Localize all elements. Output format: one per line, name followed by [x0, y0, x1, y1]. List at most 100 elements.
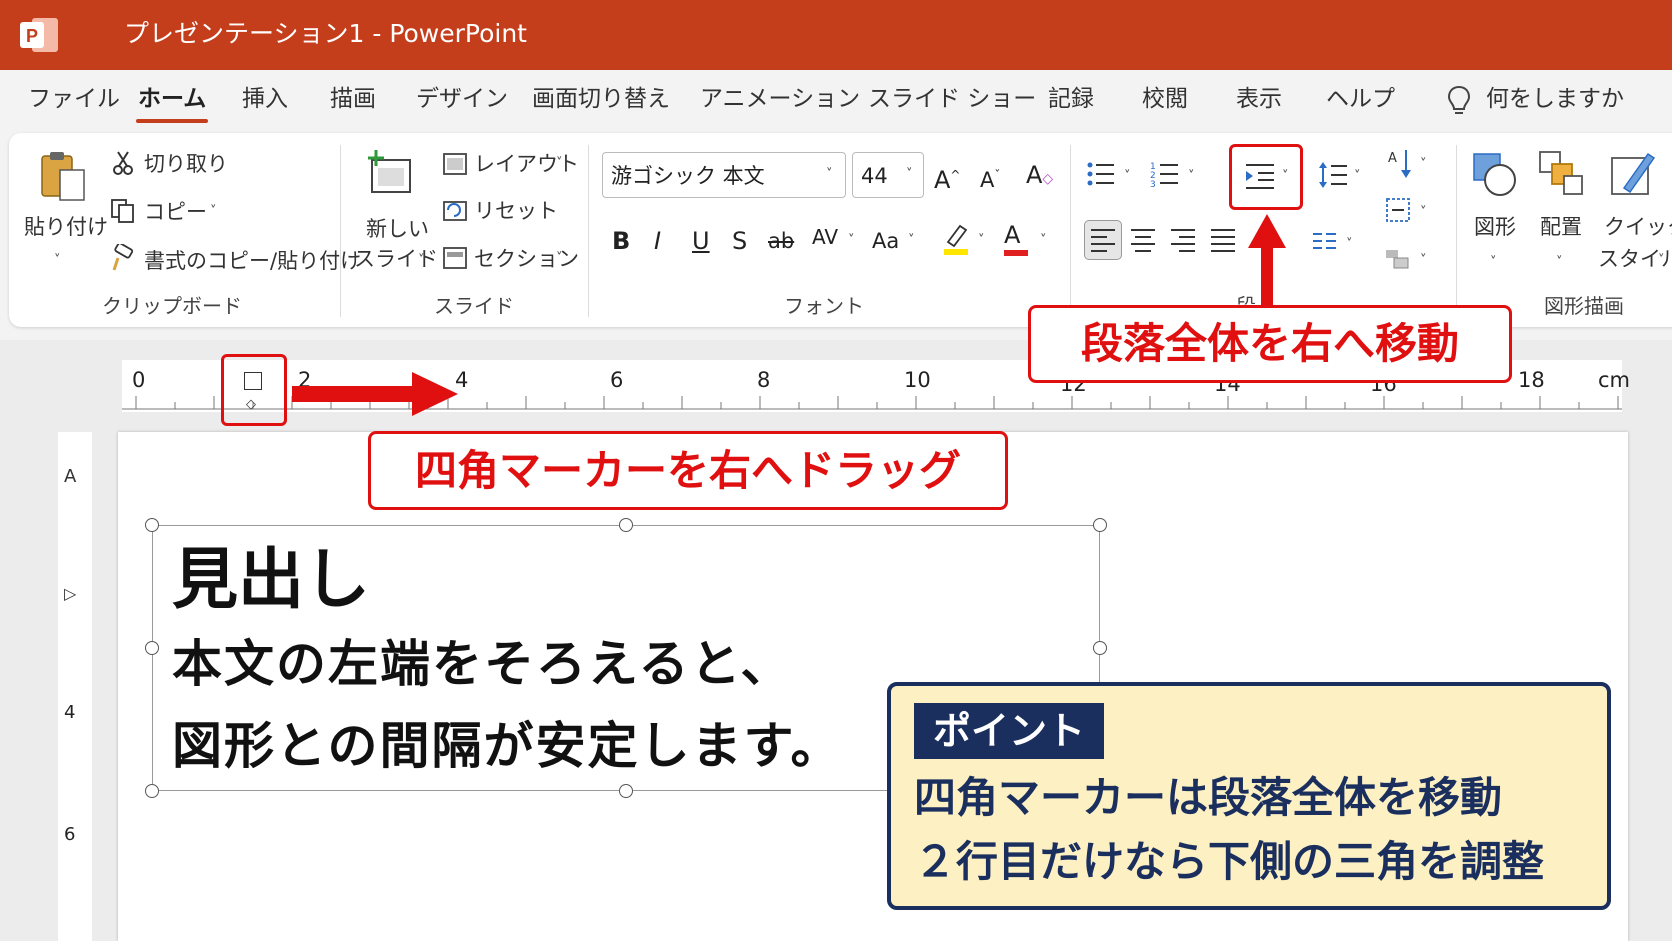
shapes-button[interactable]: 図形 [1474, 212, 1516, 242]
tab-animations[interactable]: アニメーション [700, 82, 860, 116]
decrease-font-size-icon[interactable]: Aˇ [980, 160, 1000, 195]
tab-insert[interactable]: 挿入 [242, 82, 288, 116]
clipboard-group-label: クリップボード [102, 294, 242, 318]
align-right-icon[interactable] [1170, 228, 1196, 252]
font-group-label: フォント [784, 294, 864, 318]
font-size-chevron-icon[interactable]: ˅ [906, 160, 913, 190]
justify-icon[interactable] [1210, 228, 1236, 252]
highlight-chevron-icon[interactable]: ˅ [978, 226, 985, 256]
copy-button[interactable]: コピー [144, 197, 207, 227]
new-slide-button[interactable]: 新しい [366, 214, 429, 244]
drag-right-arrow-icon [292, 372, 458, 416]
vertical-ruler-mid-marker: ▷ [64, 584, 77, 603]
text-direction-icon[interactable]: A [1386, 148, 1414, 180]
new-slide-dropdown-chevron-icon[interactable]: ˅ [418, 246, 425, 276]
font-color-icon[interactable]: A [1004, 220, 1020, 250]
text-direction-chevron-icon[interactable]: ˅ [1420, 150, 1427, 180]
section-dropdown-chevron-icon[interactable]: ˅ [556, 244, 563, 274]
cut-button[interactable]: 切り取り [144, 149, 228, 179]
tab-slideshow[interactable]: スライド ショー [868, 82, 1036, 116]
tab-transitions[interactable]: 画面切り替え [532, 82, 670, 116]
bold-button[interactable]: B [612, 226, 630, 256]
scissors-icon[interactable] [112, 150, 134, 176]
text-shadow-button[interactable]: S [732, 226, 747, 256]
align-text-icon[interactable] [1384, 196, 1412, 224]
new-slide-button-line2[interactable]: スライド [354, 244, 438, 274]
ruler-label-8: 8 [757, 368, 771, 392]
paste-icon[interactable] [38, 148, 88, 204]
reset-button[interactable]: リセット [474, 196, 558, 226]
section-button[interactable]: セクション [474, 244, 579, 274]
slide-body-line-1[interactable]: 本文の左端をそろえると、 [172, 632, 793, 696]
columns-chevron-icon[interactable]: ˅ [1346, 230, 1353, 260]
spacing-chevron-icon[interactable]: ˅ [848, 226, 855, 256]
case-chevron-icon[interactable]: ˅ [908, 226, 915, 256]
tab-review[interactable]: 校閲 [1142, 82, 1188, 116]
tab-help[interactable]: ヘルプ [1326, 82, 1395, 116]
slide-heading[interactable]: 見出し [172, 540, 370, 620]
tab-design[interactable]: デザイン [416, 82, 508, 116]
section-icon[interactable] [442, 246, 468, 270]
strikethrough-button[interactable]: ab [768, 226, 794, 256]
quick-styles-icon[interactable] [1608, 150, 1658, 200]
quick-styles-chevron-icon[interactable]: ˅ [1658, 246, 1665, 276]
paste-button[interactable]: 貼り付け [24, 212, 108, 242]
smartart-icon[interactable] [1384, 244, 1412, 272]
font-color-chevron-icon[interactable]: ˅ [1040, 226, 1047, 256]
font-name-chevron-icon[interactable]: ˅ [826, 160, 833, 190]
shapes-icon[interactable] [1472, 150, 1518, 200]
line-spacing-chevron-icon[interactable]: ˅ [1354, 162, 1361, 192]
copy-icon[interactable] [110, 198, 136, 224]
resize-handle-bottom-center[interactable] [619, 784, 633, 798]
lightbulb-icon [1447, 85, 1471, 114]
columns-icon[interactable] [1312, 230, 1338, 252]
italic-button[interactable]: I [654, 226, 661, 256]
highlight-color-icon[interactable] [942, 222, 970, 256]
resize-handle-middle-left[interactable] [145, 641, 159, 655]
resize-handle-top-right[interactable] [1093, 518, 1107, 532]
tab-draw[interactable]: 描画 [330, 82, 376, 116]
arrange-icon[interactable] [1538, 150, 1584, 200]
arrange-button[interactable]: 配置 [1540, 212, 1582, 242]
font-name-select[interactable]: 游ゴシック 本文 [602, 152, 846, 198]
change-case-button[interactable]: Aa [872, 226, 899, 256]
tab-file[interactable]: ファイル [28, 82, 120, 116]
numbering-chevron-icon[interactable]: ˅ [1188, 162, 1195, 192]
layout-dropdown-chevron-icon[interactable]: ˅ [556, 149, 563, 179]
shapes-chevron-icon[interactable]: ˅ [1490, 248, 1497, 278]
paste-dropdown-chevron-icon[interactable]: ˅ [54, 246, 61, 276]
layout-icon[interactable] [442, 152, 468, 176]
layout-button[interactable]: レイアウト [474, 149, 579, 179]
format-painter-button[interactable]: 書式のコピー/貼り付け [144, 246, 361, 276]
svg-text:A: A [1388, 151, 1397, 166]
increase-font-size-icon[interactable]: A^ [934, 160, 960, 195]
arrange-chevron-icon[interactable]: ˅ [1556, 248, 1563, 278]
tab-record[interactable]: 記録 [1048, 82, 1094, 116]
tell-me-search[interactable]: 何をしますか [1486, 82, 1624, 116]
align-center-icon[interactable] [1130, 228, 1156, 252]
svg-text:3: 3 [1150, 180, 1156, 188]
tab-home[interactable]: ホーム [138, 82, 206, 116]
slide-body-line-2[interactable]: 図形との間隔が安定します。 [172, 714, 843, 778]
vertical-ruler[interactable] [58, 432, 92, 941]
bullets-icon[interactable] [1086, 160, 1116, 188]
bullets-chevron-icon[interactable]: ˅ [1124, 162, 1131, 192]
resize-handle-bottom-left[interactable] [145, 784, 159, 798]
smartart-chevron-icon[interactable]: ˅ [1420, 246, 1427, 276]
resize-handle-middle-right[interactable] [1093, 641, 1107, 655]
tab-view[interactable]: 表示 [1236, 82, 1282, 116]
resize-handle-top-left[interactable] [145, 518, 159, 532]
format-painter-icon[interactable] [110, 244, 136, 272]
copy-dropdown-chevron-icon[interactable]: ˅ [210, 197, 217, 227]
new-slide-icon[interactable] [366, 150, 414, 196]
quick-styles-button[interactable]: クイック [1604, 212, 1672, 242]
underline-button[interactable]: U [692, 226, 710, 256]
resize-handle-top-center[interactable] [619, 518, 633, 532]
clear-formatting-icon[interactable]: A◇ [1026, 160, 1053, 194]
numbering-icon[interactable]: 123 [1150, 160, 1180, 188]
line-spacing-icon[interactable] [1318, 160, 1348, 190]
reset-icon[interactable] [442, 198, 468, 222]
character-spacing-button[interactable]: AV [812, 222, 838, 252]
font-size-select[interactable]: 44 [852, 152, 924, 198]
align-text-chevron-icon[interactable]: ˅ [1420, 198, 1427, 228]
